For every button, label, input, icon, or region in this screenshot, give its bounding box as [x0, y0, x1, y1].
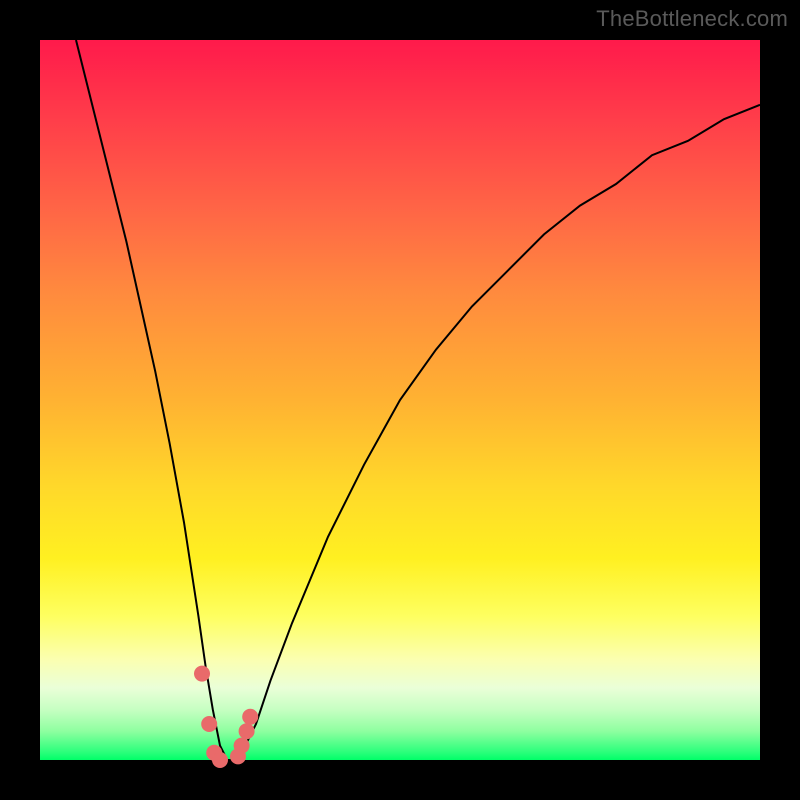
plot-area	[40, 40, 760, 760]
bottleneck-curve	[76, 40, 760, 760]
marker-dot	[242, 709, 258, 725]
chart-frame: TheBottleneck.com	[0, 0, 800, 800]
marker-dot	[194, 666, 210, 682]
marker-dot	[239, 723, 255, 739]
curve-layer	[40, 40, 760, 760]
watermark-text: TheBottleneck.com	[596, 6, 788, 32]
marker-dot	[212, 752, 228, 768]
marker-dot	[201, 716, 217, 732]
marker-dot	[234, 738, 250, 754]
curve-markers	[194, 666, 258, 768]
